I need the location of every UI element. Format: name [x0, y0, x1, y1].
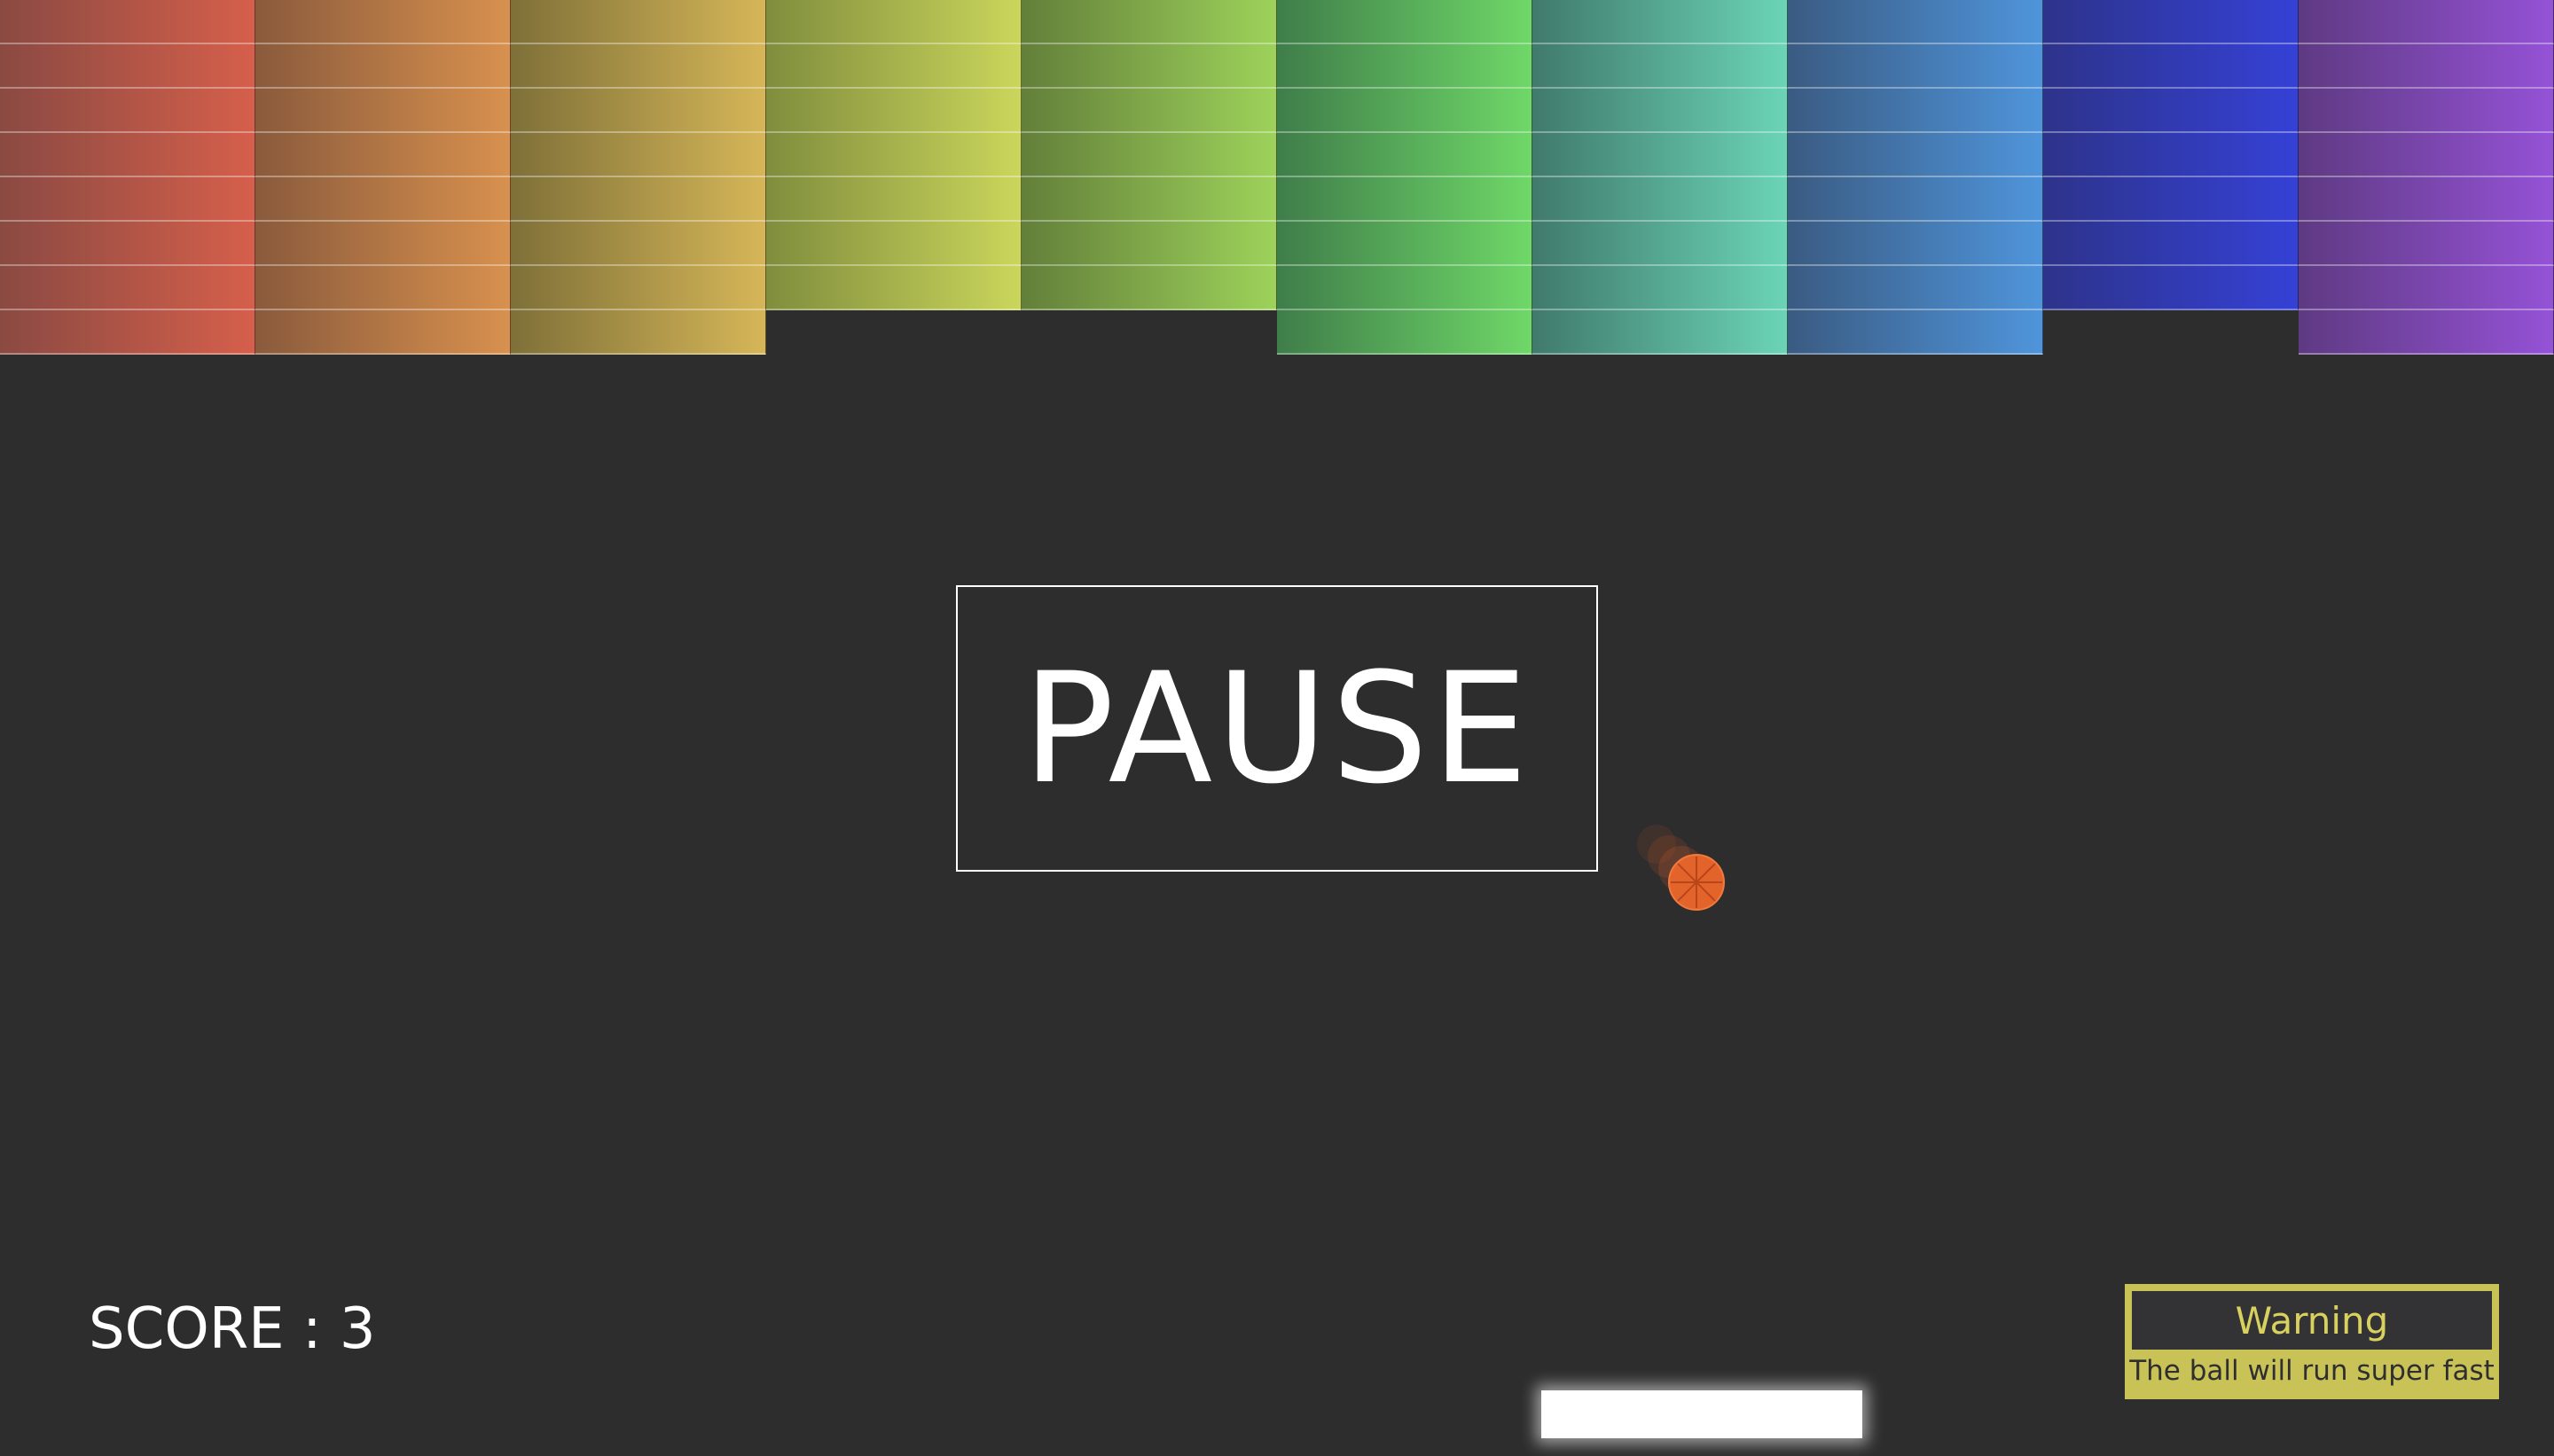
brick: [766, 89, 1022, 133]
brick: [1022, 44, 1277, 89]
warning-body: The ball will run super fast: [2129, 1350, 2495, 1392]
brick: [1532, 0, 1788, 44]
brick: [1532, 310, 1788, 355]
brick: [511, 0, 766, 44]
brick: [511, 177, 766, 222]
brick-column: [2043, 0, 2299, 310]
brick-column: [1277, 0, 1532, 355]
brick: [1022, 0, 1277, 44]
brick: [766, 222, 1022, 266]
brick: [2299, 310, 2554, 355]
brick: [511, 44, 766, 89]
brick: [1532, 177, 1788, 222]
brick: [255, 177, 511, 222]
brick: [2299, 44, 2554, 89]
brick: [1022, 266, 1277, 310]
brick: [511, 89, 766, 133]
brick: [2043, 222, 2299, 266]
brick: [1277, 222, 1532, 266]
paddle[interactable]: [1541, 1390, 1862, 1438]
brick: [511, 222, 766, 266]
brick: [255, 44, 511, 89]
brick: [0, 310, 255, 355]
brick: [1532, 44, 1788, 89]
brick: [1788, 310, 2043, 355]
brick: [1532, 89, 1788, 133]
brick: [1022, 89, 1277, 133]
brick: [1788, 44, 2043, 89]
brick: [1022, 177, 1277, 222]
brick: [2043, 44, 2299, 89]
brick: [766, 133, 1022, 177]
brick: [766, 44, 1022, 89]
game-canvas[interactable]: PAUSE SCORE : 3 Warning The ball will ru…: [0, 0, 2554, 1456]
brick: [1277, 310, 1532, 355]
brick: [0, 133, 255, 177]
brick: [1277, 89, 1532, 133]
warning-title: Warning: [2235, 1298, 2389, 1342]
brick: [1788, 266, 2043, 310]
pause-label: PAUSE: [1022, 639, 1532, 818]
brick: [255, 266, 511, 310]
brick: [511, 310, 766, 355]
brick: [2299, 177, 2554, 222]
brick: [2299, 89, 2554, 133]
brick-column: [1788, 0, 2043, 355]
brick: [1277, 266, 1532, 310]
brick: [255, 133, 511, 177]
brick-column: [511, 0, 766, 355]
brick-column: [766, 0, 1022, 310]
brick: [255, 222, 511, 266]
brick: [2043, 266, 2299, 310]
brick-column: [2299, 0, 2554, 355]
brick-wall: [0, 0, 2554, 355]
brick: [2043, 133, 2299, 177]
brick: [0, 89, 255, 133]
brick: [1277, 0, 1532, 44]
brick: [1277, 133, 1532, 177]
brick-column: [1022, 0, 1277, 310]
brick: [511, 266, 766, 310]
brick: [2299, 266, 2554, 310]
brick: [1277, 177, 1532, 222]
brick-column: [1532, 0, 1788, 355]
brick: [1788, 177, 2043, 222]
brick: [1788, 133, 2043, 177]
brick: [0, 44, 255, 89]
brick: [2043, 89, 2299, 133]
brick-column: [255, 0, 511, 355]
warning-header: Warning: [2132, 1291, 2492, 1350]
brick: [2299, 133, 2554, 177]
brick: [0, 266, 255, 310]
brick: [511, 133, 766, 177]
brick: [1788, 222, 2043, 266]
brick: [1022, 133, 1277, 177]
brick: [1277, 44, 1532, 89]
brick: [1788, 89, 2043, 133]
brick: [255, 310, 511, 355]
brick: [1532, 222, 1788, 266]
score-display: SCORE : 3: [89, 1296, 376, 1362]
brick: [766, 0, 1022, 44]
brick: [2299, 222, 2554, 266]
brick: [255, 89, 511, 133]
warning-panel: Warning The ball will run super fast: [2125, 1284, 2499, 1399]
brick: [0, 177, 255, 222]
brick: [766, 266, 1022, 310]
brick: [1022, 222, 1277, 266]
brick: [255, 0, 511, 44]
brick: [2299, 0, 2554, 44]
brick: [0, 222, 255, 266]
brick: [766, 177, 1022, 222]
brick: [1532, 133, 1788, 177]
brick: [1532, 266, 1788, 310]
brick: [0, 0, 255, 44]
brick: [2043, 0, 2299, 44]
ball-icon: [1668, 854, 1725, 911]
pause-overlay[interactable]: PAUSE: [956, 585, 1598, 872]
warning-message: The ball will run super fast: [2129, 1355, 2495, 1387]
brick: [1788, 0, 2043, 44]
brick: [2043, 177, 2299, 222]
brick-column: [0, 0, 255, 355]
